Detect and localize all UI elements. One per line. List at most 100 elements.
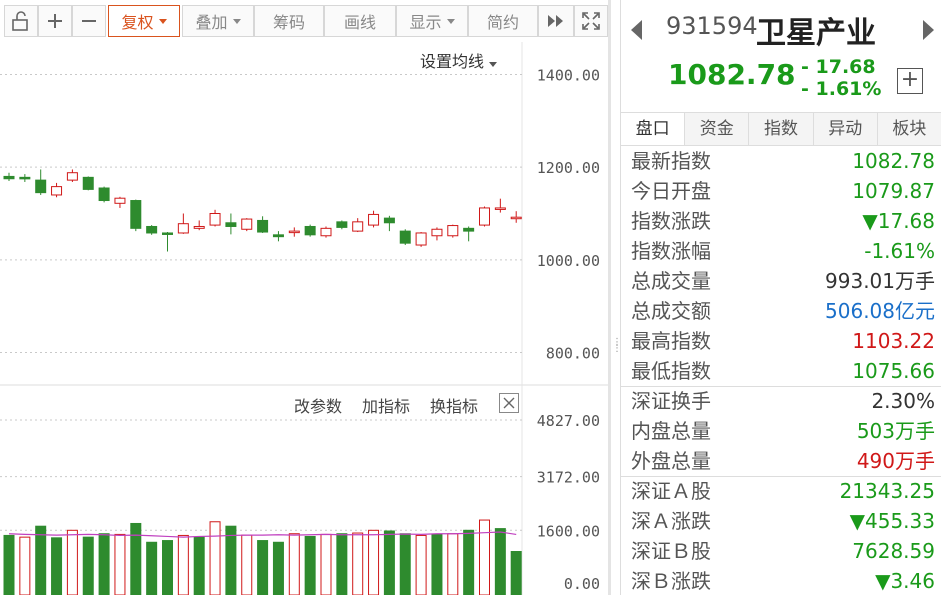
volume-bar — [272, 541, 284, 595]
candle-body — [177, 223, 189, 234]
quote-row-value: 506.08亿元 — [825, 299, 935, 323]
draw-line-button[interactable]: 画线 — [324, 5, 396, 37]
add-indicator-button[interactable]: 加指标 — [362, 393, 410, 417]
kline-chart-area[interactable]: 1400.00 1200.00 1000.00 800.00 4827.00 3172.… — [0, 42, 608, 595]
volume-bar — [114, 533, 126, 595]
quote-row-value: 21343.25 — [839, 479, 935, 503]
quote-row-value: 1082.78 — [852, 149, 935, 173]
zoom-in-icon[interactable] — [38, 5, 72, 37]
tab-funds[interactable]: 资金 — [685, 113, 750, 145]
quote-row-label: 指数涨幅 — [631, 239, 711, 263]
quote-row-label: 深证Ａ股 — [631, 479, 711, 503]
candle-body — [241, 218, 253, 230]
quote-row-label: 最高指数 — [631, 329, 711, 353]
chips-button[interactable]: 筹码 — [254, 5, 324, 37]
change-params-button[interactable]: 改参数 — [294, 393, 342, 417]
candle-body — [304, 225, 316, 236]
quote-row-label: 今日开盘 — [631, 179, 711, 203]
kline-svg: 1400.00 1200.00 1000.00 800.00 4827.00 3172.… — [0, 42, 608, 595]
candle-body — [3, 175, 15, 180]
chevron-down-icon — [158, 18, 167, 24]
volume-bar — [209, 521, 221, 595]
tab-handicap[interactable]: 盘口 — [621, 113, 686, 145]
candle-body — [463, 227, 475, 232]
quote-row: 深Ａ涨跌 ▼455.33 — [621, 506, 941, 536]
quote-row-value: ▼3.46 — [875, 569, 935, 593]
restore-rights-label: 复权 — [121, 13, 154, 32]
quote-row: 最高指数 1103.22 — [621, 326, 941, 356]
tab-index[interactable]: 指数 — [749, 113, 814, 145]
draw-line-label: 画线 — [343, 13, 376, 32]
last-price: 1082.78 — [668, 58, 796, 91]
candle-body — [510, 216, 522, 220]
display-button[interactable]: 显示 — [396, 5, 468, 37]
simple-button[interactable]: 简约 — [468, 5, 538, 37]
quote-row-label: 外盘总量 — [631, 449, 711, 473]
close-icon[interactable] — [499, 393, 519, 413]
candle-body — [130, 200, 142, 229]
quote-row-value: -1.61% — [864, 239, 935, 263]
volume-bar — [177, 534, 189, 595]
quote-row: 外盘总量 490万手 — [621, 446, 941, 476]
quote-row-value: 490万手 — [856, 449, 935, 473]
unlock-icon[interactable] — [4, 5, 38, 37]
volume-bar — [510, 551, 522, 595]
quote-row-value: ▼455.33 — [849, 509, 935, 533]
volume-bar — [415, 534, 427, 595]
add-watchlist-icon[interactable]: + — [897, 68, 923, 94]
price-change: - 17.68 - 1.61% — [801, 56, 881, 100]
volume-tick-label: 4827.00 — [537, 412, 600, 430]
volume-tick-label: 1600.00 — [537, 522, 600, 540]
quote-row-value: 2.30% — [871, 389, 935, 413]
quote-row: 总成交额 506.08亿元 — [621, 296, 941, 326]
price-tick-label: 1400.00 — [537, 66, 600, 84]
volume-tick-label: 0.00 — [564, 575, 600, 593]
volume-bar — [304, 535, 316, 595]
volume-bar — [3, 534, 15, 595]
candle-body — [98, 187, 110, 202]
switch-indicator-button[interactable]: 换指标 — [430, 393, 478, 417]
quote-row: 深证Ａ股 21343.25 — [621, 476, 941, 506]
volume-bar — [352, 532, 364, 595]
quote-row-label: 深证Ｂ股 — [631, 539, 711, 563]
candle-body — [257, 219, 269, 233]
candle-body — [272, 234, 284, 238]
panel-splitter[interactable] — [608, 0, 611, 595]
quote-row-value: 993.01万手 — [825, 269, 935, 293]
chart-toolbar: 复权 叠加 筹码 画线 显示 简约 — [0, 0, 608, 42]
candle-body — [209, 213, 221, 226]
chevron-down-icon — [446, 18, 455, 24]
volume-bar — [146, 541, 158, 595]
quote-tabs: 盘口 资金 指数 异动 板块 — [621, 112, 941, 146]
tab-anomaly[interactable]: 异动 — [814, 113, 878, 145]
candle-body — [82, 176, 94, 190]
quote-row: 深证换手 2.30% — [621, 386, 941, 416]
display-label: 显示 — [409, 13, 442, 32]
candle-body — [146, 225, 158, 234]
simple-label: 简约 — [486, 13, 519, 32]
quote-row-label: 总成交额 — [631, 299, 711, 323]
volume-tick-label: 3172.00 — [537, 469, 600, 487]
volume-bar — [336, 533, 348, 595]
ma-settings-button[interactable]: 设置均线 — [420, 48, 498, 72]
restore-rights-button[interactable]: 复权 — [108, 5, 180, 37]
index-name: 卫星产业 — [756, 16, 876, 51]
quote-row-label: 深Ｂ涨跌 — [631, 569, 711, 593]
previous-arrow-icon[interactable] — [631, 20, 642, 40]
candle-body — [19, 176, 31, 180]
volume-bar — [241, 534, 253, 595]
next-arrow-icon[interactable] — [923, 20, 934, 40]
quote-row: 内盘总量 503万手 — [621, 416, 941, 446]
quote-row-value: 1075.66 — [852, 359, 935, 383]
tab-sector[interactable]: 板块 — [878, 113, 941, 145]
chevron-down-icon — [489, 62, 498, 67]
zoom-out-icon[interactable] — [72, 5, 106, 37]
volume-bar — [130, 522, 142, 595]
fast-forward-icon[interactable] — [538, 5, 574, 37]
price-tick-label: 800.00 — [546, 345, 600, 363]
quote-row-label: 深Ａ涨跌 — [631, 509, 711, 533]
fullscreen-icon[interactable] — [574, 5, 608, 37]
overlay-button[interactable]: 叠加 — [182, 5, 254, 37]
candle-body — [66, 172, 78, 181]
quote-row-label: 最低指数 — [631, 359, 711, 383]
